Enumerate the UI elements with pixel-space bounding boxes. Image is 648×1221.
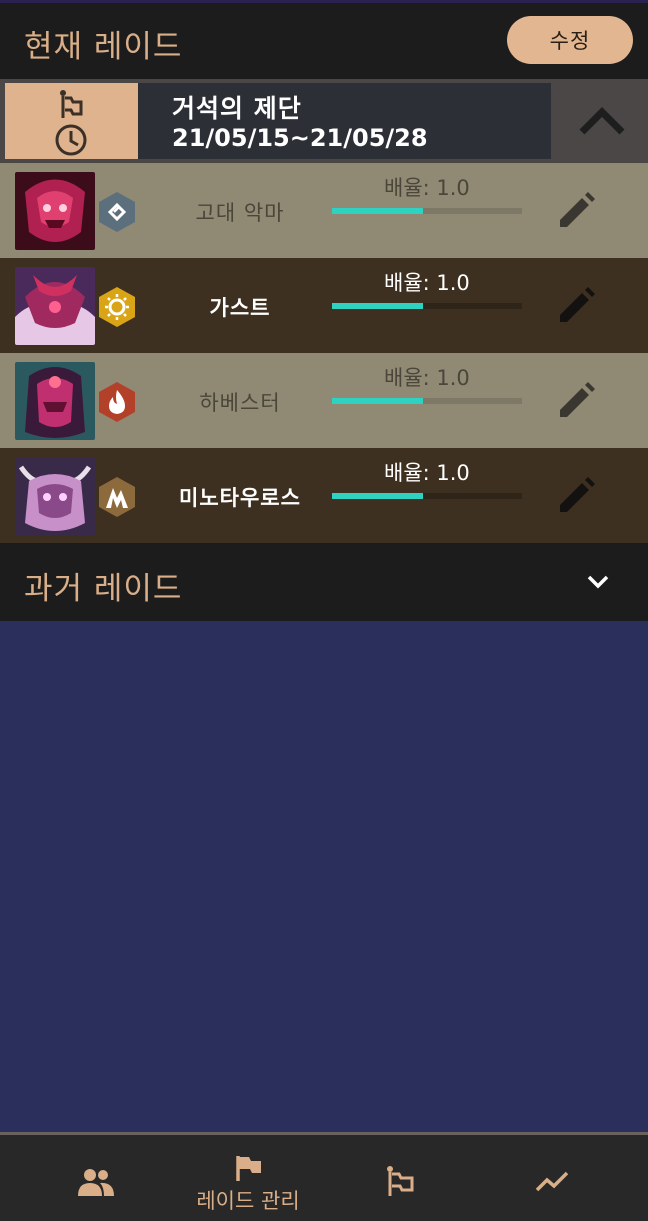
people-icon: [78, 1169, 114, 1196]
boss-row[interactable]: 고대 악마 배율: 1.0: [0, 163, 648, 258]
raid-icon-panel: [5, 83, 138, 159]
progress-bar: [332, 208, 522, 214]
boss-name: 고대 악마: [195, 201, 285, 225]
bottom-navigation: 레이드 관리: [0, 1132, 648, 1221]
multiplier-label: 배율: 1.0: [384, 461, 470, 485]
boss-portrait: [15, 172, 95, 250]
earth-element-icon: [99, 477, 135, 517]
edit-button[interactable]: 수정: [507, 16, 633, 64]
progress-bar: [332, 398, 522, 404]
raid-info-bar[interactable]: 거석의 제단 21/05/15~21/05/28: [0, 79, 648, 163]
clock-icon: [55, 124, 87, 156]
progress-fill: [332, 303, 424, 309]
boss-row[interactable]: 가스트 배율: 1.0: [0, 258, 648, 353]
progress-fill: [332, 208, 424, 214]
boss-row[interactable]: 미노타우로스 배율: 1.0: [0, 448, 648, 543]
boss-portrait: [15, 362, 95, 440]
boss-name: 가스트: [209, 296, 271, 320]
chevron-up-icon[interactable]: [578, 104, 626, 140]
multiplier-label: 배율: 1.0: [384, 271, 470, 295]
light-element-icon: [99, 287, 135, 327]
multiplier-label: 배율: 1.0: [384, 366, 470, 390]
boss-portrait: [15, 457, 95, 535]
past-raids-title: 과거 레이드: [24, 571, 183, 607]
raid-title-box: 거석의 제단 21/05/15~21/05/28: [138, 83, 551, 159]
progress-bar: [332, 493, 522, 499]
nav-item-raid-manage[interactable]: 레이드 관리: [167, 1135, 329, 1221]
past-raids-header[interactable]: 과거 레이드: [0, 543, 648, 621]
raid-dates: 21/05/15~21/05/28: [172, 124, 428, 152]
progress-fill: [332, 493, 424, 499]
page-title: 현재 레이드: [24, 29, 183, 65]
wind-element-icon: [99, 192, 135, 232]
boss-row[interactable]: 하베스터 배율: 1.0: [0, 353, 648, 448]
pencil-icon[interactable]: [556, 476, 596, 516]
boss-name: 미노타우로스: [179, 486, 301, 510]
raid-flag-icon: [60, 90, 83, 118]
progress-fill: [332, 398, 424, 404]
nav-item-members[interactable]: [15, 1135, 177, 1221]
multiplier-label: 배율: 1.0: [384, 176, 470, 200]
boss-portrait: [15, 267, 95, 345]
trend-icon: [535, 1171, 569, 1192]
raid-name: 거석의 제단: [172, 94, 302, 123]
nav-label: 레이드 관리: [196, 1189, 300, 1213]
chevron-down-icon[interactable]: [584, 570, 612, 594]
nav-item-stats[interactable]: [471, 1135, 633, 1221]
current-raid-header: 현재 레이드 수정: [0, 3, 648, 79]
nav-item-raid-records[interactable]: [319, 1135, 481, 1221]
flag-icon: [236, 1156, 261, 1181]
fire-element-icon: [99, 382, 135, 422]
pencil-icon[interactable]: [556, 381, 596, 421]
pencil-icon[interactable]: [556, 286, 596, 326]
progress-bar: [332, 303, 522, 309]
raid-flag-icon: [387, 1166, 414, 1196]
boss-name: 하베스터: [199, 391, 281, 415]
pencil-icon[interactable]: [556, 191, 596, 231]
